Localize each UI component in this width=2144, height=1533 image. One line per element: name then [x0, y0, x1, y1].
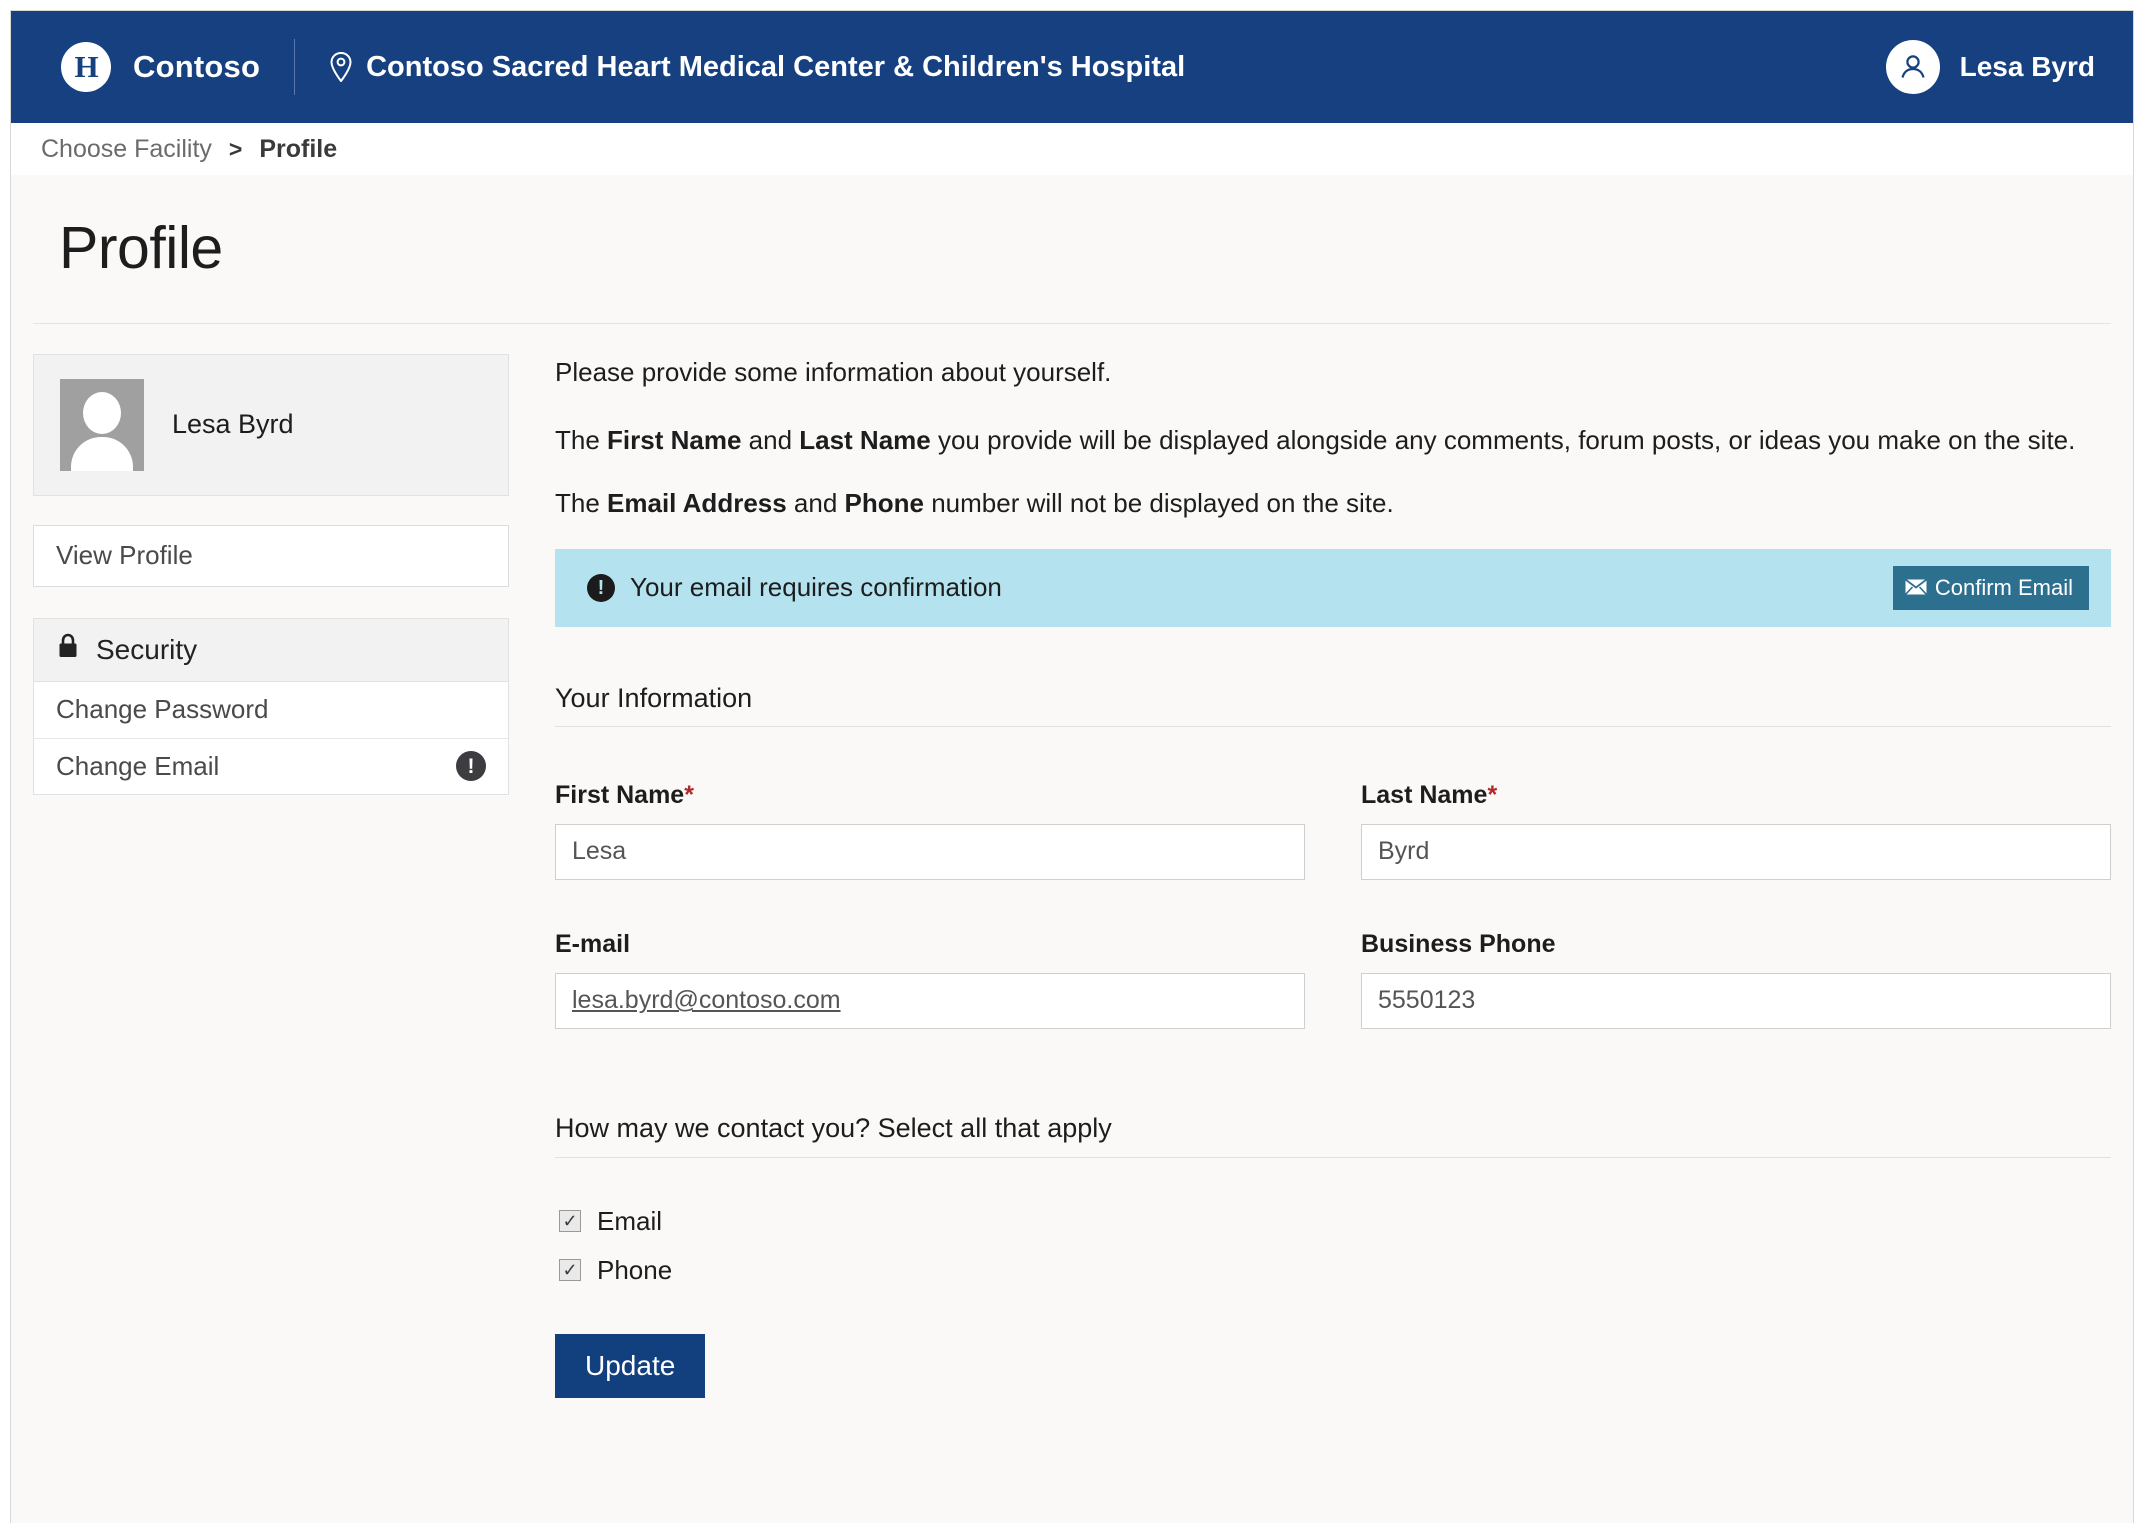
sidebar-item-change-email[interactable]: Change Email !: [34, 737, 508, 794]
breadcrumb-separator: >: [228, 135, 243, 162]
sidebar-item-change-password[interactable]: Change Password: [34, 681, 508, 738]
last-name-input[interactable]: [1361, 823, 2111, 880]
page-title-block: Profile: [11, 175, 2133, 283]
exclamation-circle-icon: !: [587, 573, 615, 602]
confirm-email-button[interactable]: Confirm Email: [1892, 565, 2089, 610]
sidebar: Lesa Byrd View Profile Security Change P…: [33, 353, 509, 1468]
intro-3-phone: Phone: [844, 488, 924, 519]
banner-message: Your email requires confirmation: [630, 572, 1002, 603]
facility-selector[interactable]: Contoso Sacred Heart Medical Center & Ch…: [329, 51, 1185, 84]
intro-2-last-name: Last Name: [799, 424, 931, 455]
last-name-label: Last Name*: [1361, 781, 2111, 810]
user-menu[interactable]: Lesa Byrd: [1885, 40, 2095, 94]
last-name-label-text: Last Name: [1361, 780, 1488, 809]
app-header: H Contoso Contoso Sacred Heart Medical C…: [11, 11, 2133, 123]
browser-page-frame: H Contoso Contoso Sacred Heart Medical C…: [10, 10, 2134, 1523]
checkbox-email[interactable]: ✓: [559, 1210, 581, 1233]
security-heading: Security: [34, 618, 508, 682]
contact-preferences-heading: How may we contact you? Select all that …: [555, 1113, 2111, 1158]
checkbox-phone-label: Phone: [597, 1254, 673, 1285]
exclamation-circle-icon: !: [456, 751, 486, 782]
breadcrumb: Choose Facility > Profile: [11, 123, 2133, 175]
intro-2-first-name: First Name: [607, 424, 742, 455]
field-first-name: First Name*: [555, 781, 1305, 880]
checkbox-row-phone[interactable]: ✓ Phone: [559, 1255, 2111, 1286]
update-button[interactable]: Update: [555, 1333, 706, 1398]
checkbox-row-email[interactable]: ✓ Email: [559, 1206, 2111, 1237]
email-value: lesa.byrd@contoso.com: [572, 986, 841, 1015]
main-content: Please provide some information about yo…: [545, 354, 2111, 1468]
change-password-label: Change Password: [56, 694, 269, 725]
field-business-phone: Business Phone: [1361, 930, 2111, 1029]
intro-text: Please provide some information about yo…: [555, 354, 2111, 523]
page-title: Profile: [59, 215, 223, 281]
checkbox-phone[interactable]: ✓: [559, 1259, 581, 1282]
contoso-logo-icon: H: [61, 42, 111, 92]
intro-3-mid: and: [786, 488, 845, 519]
intro-line-1: Please provide some information about yo…: [555, 356, 1112, 387]
your-information-heading: Your Information: [555, 683, 2111, 727]
lock-icon: [56, 632, 80, 667]
profile-form: First Name* Last Name* E-mail lesa.byrd@…: [555, 781, 2111, 1035]
required-marker: *: [684, 780, 694, 809]
security-section: Security Change Password Change Email !: [33, 617, 509, 795]
facility-name: Contoso Sacred Heart Medical Center & Ch…: [366, 50, 1186, 83]
security-heading-label: Security: [96, 633, 198, 665]
field-email: E-mail lesa.byrd@contoso.com: [555, 930, 1305, 1029]
envelope-icon: [1904, 575, 1927, 601]
first-name-label-text: First Name: [555, 780, 685, 809]
business-phone-input[interactable]: [1361, 972, 2111, 1029]
profile-card-name: Lesa Byrd: [172, 409, 294, 440]
intro-3-email-address: Email Address: [607, 488, 787, 519]
bottom-spacer: [555, 1398, 2111, 1468]
header-divider: [294, 39, 296, 95]
view-profile-label: View Profile: [56, 540, 193, 571]
screenshot-root: H Contoso Contoso Sacred Heart Medical C…: [0, 0, 2144, 1533]
user-name-label: Lesa Byrd: [1959, 51, 2095, 82]
brand-name: Contoso: [133, 49, 261, 84]
page-body: Lesa Byrd View Profile Security Change P…: [11, 324, 2133, 1468]
sidebar-item-view-profile[interactable]: View Profile: [33, 524, 509, 587]
brand-block[interactable]: H Contoso: [61, 42, 260, 92]
required-marker: *: [1487, 780, 1498, 809]
user-avatar-icon: [1885, 40, 1940, 94]
breadcrumb-link-choose-facility[interactable]: Choose Facility: [41, 135, 212, 164]
breadcrumb-current-profile: Profile: [259, 134, 338, 163]
email-label: E-mail: [555, 929, 631, 958]
intro-2-mid: and: [741, 424, 800, 455]
change-email-label: Change Email: [56, 750, 220, 781]
business-phone-label: Business Phone: [1361, 929, 1556, 958]
checkbox-email-label: Email: [597, 1205, 663, 1236]
user-placeholder-icon: [60, 378, 144, 471]
intro-2-post: you provide will be displayed alongside …: [930, 424, 2076, 455]
intro-3-post: number will not be displayed on the site…: [923, 488, 1394, 519]
first-name-input[interactable]: [555, 823, 1305, 880]
form-row-gap: [555, 886, 1305, 930]
intro-line-2: The First Name and Last Name you provide…: [555, 422, 2111, 460]
email-confirmation-banner: ! Your email requires confirmation Confi…: [555, 548, 2111, 627]
confirm-email-label: Confirm Email: [1934, 574, 2073, 600]
first-name-label: First Name*: [555, 781, 1305, 810]
profile-card: Lesa Byrd: [33, 353, 509, 496]
contact-preferences-options: ✓ Email ✓ Phone: [555, 1206, 2111, 1286]
email-value-box[interactable]: lesa.byrd@contoso.com: [555, 972, 1305, 1029]
location-pin-icon: [329, 52, 353, 82]
form-row-gap: [1361, 886, 2111, 930]
intro-line-3: The Email Address and Phone number will …: [555, 485, 2111, 523]
intro-3-pre: The: [555, 488, 608, 519]
intro-2-pre: The: [555, 424, 608, 455]
field-last-name: Last Name*: [1361, 781, 2111, 880]
